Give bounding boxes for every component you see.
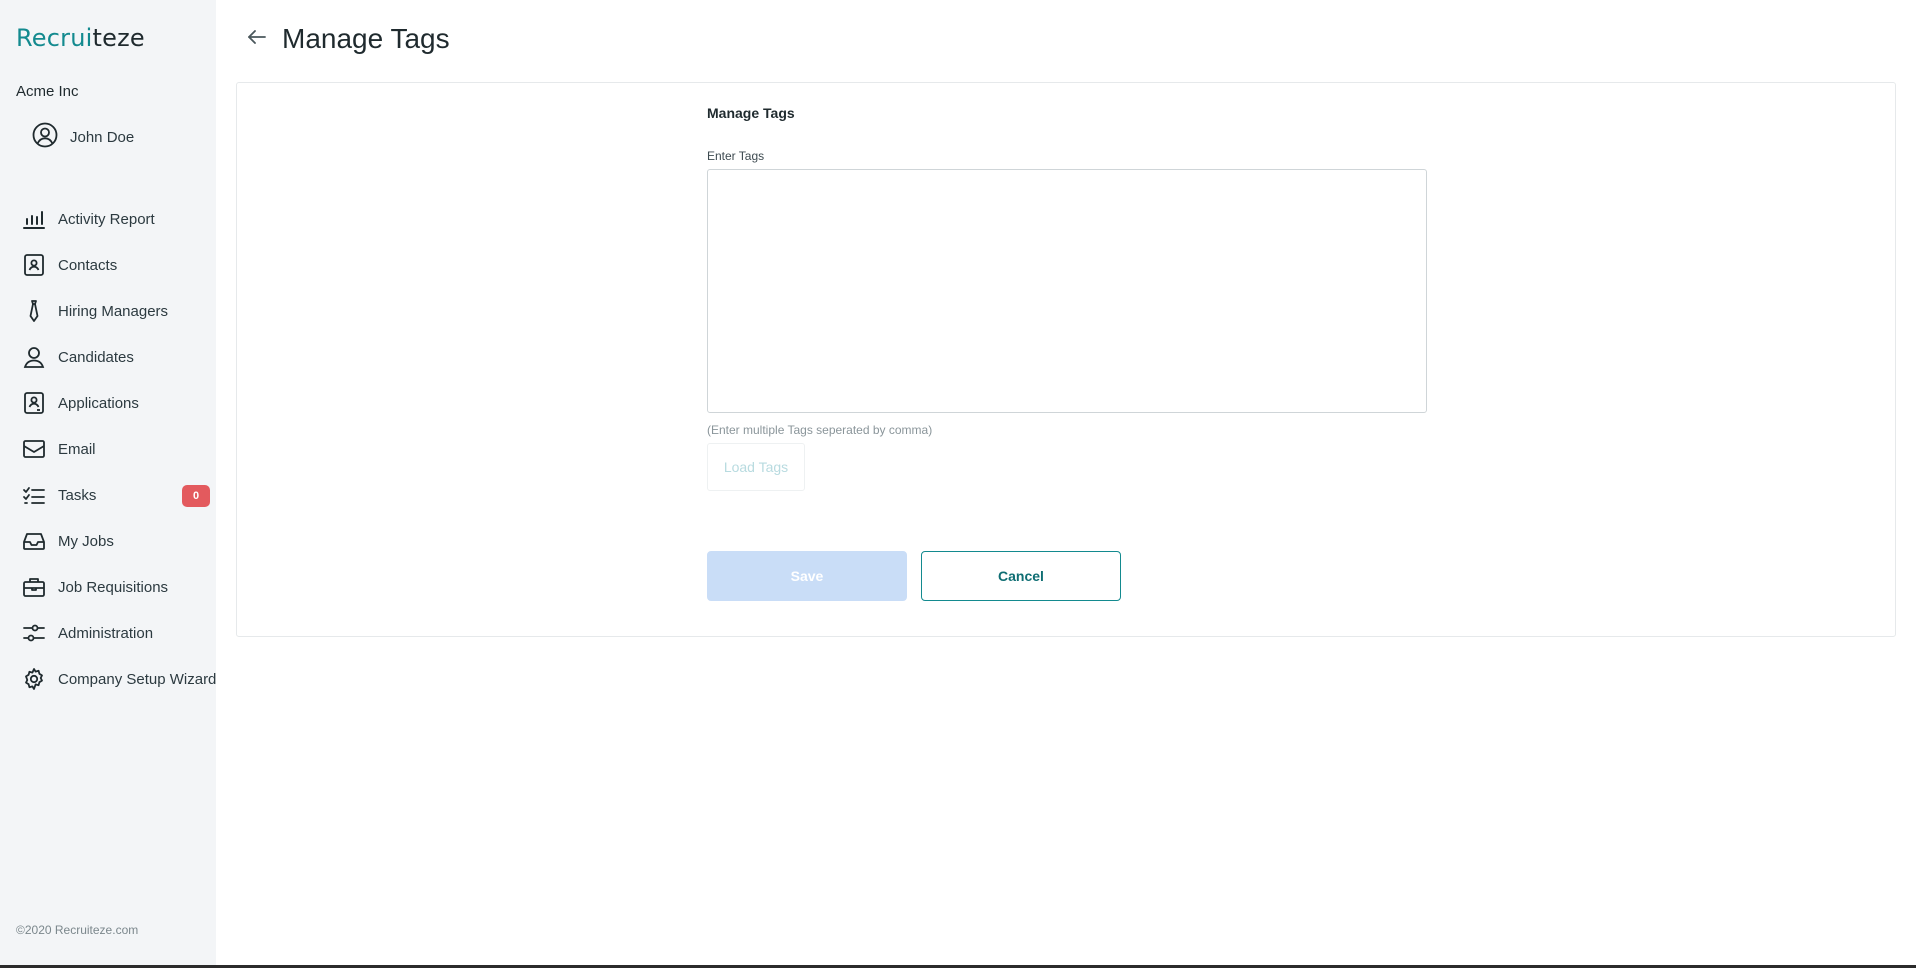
- load-tags-button[interactable]: Load Tags: [707, 443, 805, 491]
- person-icon: [22, 345, 46, 369]
- sidebar-item-label: Company Setup Wizard: [58, 670, 217, 688]
- task-list-icon: [22, 483, 46, 507]
- sidebar-item-company-setup-wizard[interactable]: Company Setup Wizard: [0, 656, 216, 702]
- briefcase-icon: [22, 575, 46, 599]
- page-title: Manage Tags: [282, 23, 450, 54]
- sidebar-item-label: Hiring Managers: [58, 302, 169, 320]
- sidebar-item-label: My Jobs: [58, 532, 114, 550]
- sidebar-item-label: Applications: [58, 394, 139, 412]
- bar-chart-icon: [22, 207, 46, 231]
- sidebar-item-my-jobs[interactable]: My Jobs: [0, 518, 216, 564]
- app-logo[interactable]: Recruiteze: [16, 24, 145, 52]
- user-name: John Doe: [70, 128, 135, 146]
- sidebar-item-label: Contacts: [58, 256, 118, 274]
- logo-part-1: Recrui: [16, 24, 93, 52]
- sidebar-item-email[interactable]: Email: [0, 426, 216, 472]
- sidebar-item-label: Candidates: [58, 348, 134, 366]
- sidebar-item-hiring-managers[interactable]: Hiring Managers: [0, 288, 216, 334]
- user-profile-link[interactable]: John Doe: [20, 122, 135, 152]
- company-name: Acme Inc: [16, 83, 79, 100]
- manage-tags-card: Manage Tags Enter Tags (Enter multiple T…: [236, 82, 1896, 637]
- sidebar-item-label: Email: [58, 440, 96, 458]
- sidebar-nav: Activity Report Contacts Hiring Managers…: [0, 196, 216, 702]
- tags-field-label: Enter Tags: [707, 149, 765, 163]
- sidebar-item-candidates[interactable]: Candidates: [0, 334, 216, 380]
- copyright-text: ©2020 Recruiteze.com: [16, 923, 139, 937]
- tie-icon: [22, 299, 46, 323]
- sidebar: Recruiteze Acme Inc John Doe Activity Re…: [0, 0, 216, 968]
- form-title: Manage Tags: [707, 105, 795, 121]
- application-icon: [22, 391, 46, 415]
- sidebar-item-tasks[interactable]: Tasks 0: [0, 472, 216, 518]
- page-header: Manage Tags: [244, 18, 450, 60]
- app-root: Recruiteze Acme Inc John Doe Activity Re…: [0, 0, 1916, 968]
- user-circle-icon: [32, 122, 58, 152]
- save-button[interactable]: Save: [707, 551, 907, 601]
- sidebar-item-applications[interactable]: Applications: [0, 380, 216, 426]
- sidebar-item-label: Activity Report: [58, 210, 155, 228]
- gear-icon: [22, 667, 46, 691]
- cancel-button[interactable]: Cancel: [921, 551, 1121, 601]
- sidebar-item-label: Job Requisitions: [58, 578, 169, 596]
- arrow-left-icon: [246, 26, 268, 53]
- tasks-count-badge: 0: [182, 485, 210, 507]
- sidebar-item-label: Tasks: [58, 486, 97, 504]
- sliders-icon: [22, 621, 46, 645]
- tags-input[interactable]: [707, 169, 1427, 413]
- mail-icon: [22, 437, 46, 461]
- sidebar-item-job-requisitions[interactable]: Job Requisitions: [0, 564, 216, 610]
- sidebar-item-activity-report[interactable]: Activity Report: [0, 196, 216, 242]
- contact-book-icon: [22, 253, 46, 277]
- sidebar-item-contacts[interactable]: Contacts: [0, 242, 216, 288]
- sidebar-item-administration[interactable]: Administration: [0, 610, 216, 656]
- inbox-icon: [22, 529, 46, 553]
- logo-part-2: teze: [92, 24, 145, 52]
- back-button[interactable]: [244, 26, 270, 52]
- sidebar-item-label: Administration: [58, 624, 154, 642]
- tags-hint: (Enter multiple Tags seperated by comma): [707, 423, 933, 437]
